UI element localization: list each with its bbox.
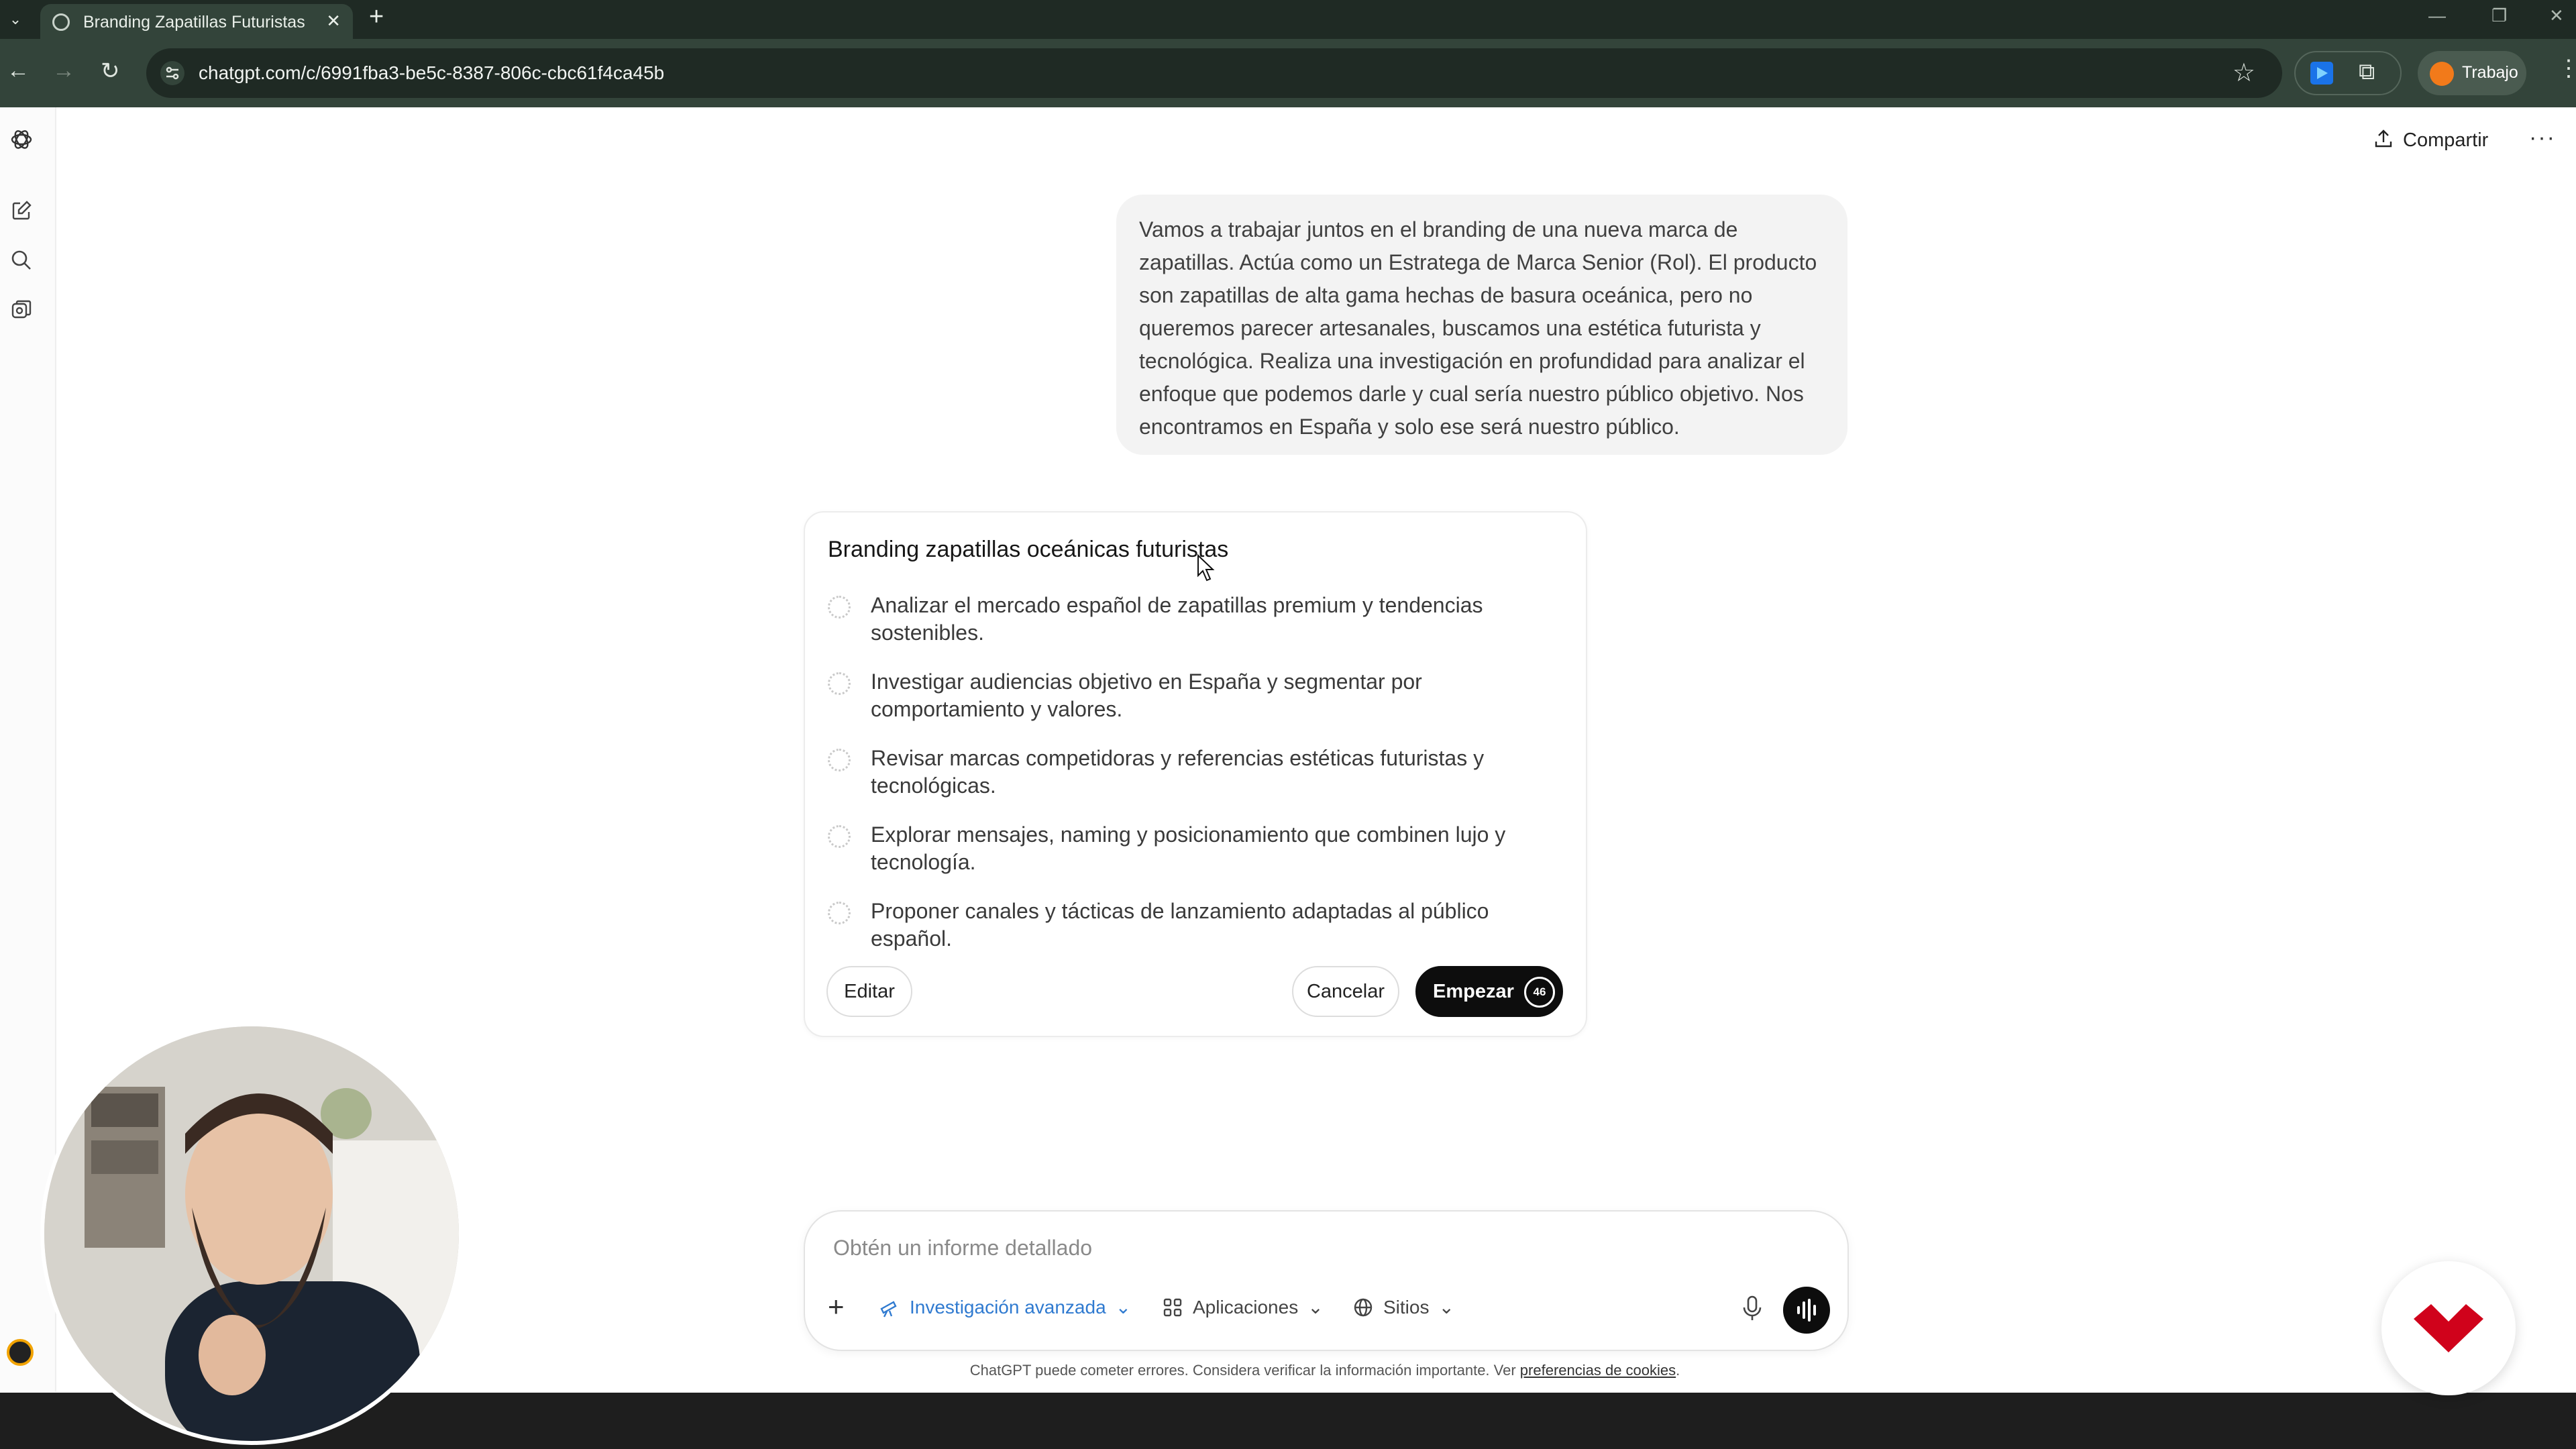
add-attachment-plus-icon[interactable]: + [828,1291,845,1323]
browser-tab-active[interactable]: Branding Zapatillas Futuristas ✕ [40,4,353,39]
globe-icon [1354,1298,1373,1317]
address-bar[interactable]: chatgpt.com/c/6991fba3-be5c-8387-806c-cb… [146,48,2282,98]
plan-step: Revisar marcas competidoras y referencia… [828,745,1572,801]
tab-title: Branding Zapatillas Futuristas [83,13,305,32]
minimize-icon[interactable]: — [2428,5,2446,26]
bottom-dark-bar [0,1393,2576,1449]
pending-step-icon [828,672,851,695]
plan-step-text: Proponer canales y tácticas de lanzamien… [871,899,1489,951]
new-chat-icon[interactable] [9,199,34,223]
deep-research-toggle[interactable]: Investigación avanzada ⌄ [879,1296,1131,1318]
mode-label: Investigación avanzada [910,1297,1106,1318]
telescope-icon [880,1301,897,1318]
plan-step-text: Explorar mensajes, naming y posicionamie… [871,822,1506,874]
pending-step-icon [828,596,851,619]
bookmark-star-icon[interactable]: ☆ [2233,58,2255,88]
chevron-down-icon: ⌄ [1438,1297,1454,1318]
start-button[interactable]: Empezar 46 [1415,966,1563,1017]
forward-arrow-icon[interactable]: → [52,58,75,84]
plan-step: Proponer canales y tácticas de lanzamien… [828,898,1572,951]
reload-icon[interactable]: ↻ [101,58,120,85]
research-plan-card: Branding zapatillas oceánicas futuristas… [804,511,1587,1037]
sites-label: Sitios [1383,1297,1430,1318]
extension-play-icon[interactable] [2310,62,2333,85]
user-message-bubble: Vamos a trabajar juntos en el branding d… [1116,195,1847,455]
brand-logo-badge [2381,1261,2516,1395]
pending-step-icon [828,902,851,924]
chatgpt-logo-icon[interactable] [9,127,34,152]
pending-step-icon [828,825,851,848]
site-settings-icon[interactable] [160,60,185,86]
search-icon[interactable] [9,248,34,272]
apps-grid-icon [1163,1298,1182,1317]
red-heart-logo-icon [2414,1304,2483,1352]
profile-button[interactable]: Trabajo [2418,51,2526,95]
presenter-video-image [44,1026,459,1441]
cookie-preferences-link[interactable]: preferencias de cookies [1520,1362,1676,1379]
plan-title: Branding zapatillas oceánicas futuristas [828,537,1229,562]
profile-name: Trabajo [2462,63,2518,82]
extensions-puzzle-icon[interactable]: ⧉ [2359,59,2375,85]
plan-step: Investigar audiencias objetivo en España… [828,668,1572,724]
browser-tab-strip: ⌄ Branding Zapatillas Futuristas ✕ + — ❐… [0,0,2576,39]
plan-step-text: Analizar el mercado español de zapatilla… [871,593,1483,645]
message-composer[interactable]: Obtén un informe detallado + Investigaci… [804,1210,1849,1351]
user-message-text: Vamos a trabajar juntos en el branding d… [1139,217,1817,439]
extensions-group: ⧉ [2294,51,2402,95]
restore-icon[interactable]: ❐ [2491,5,2507,26]
new-tab-plus-icon[interactable]: + [369,3,384,32]
chevron-down-icon: ⌄ [1307,1297,1324,1318]
edit-button[interactable]: Editar [826,966,912,1017]
back-arrow-icon[interactable]: ← [7,58,30,84]
composer-input[interactable]: Obtén un informe detallado [833,1236,1092,1260]
share-label: Compartir [2403,129,2489,151]
small-logo-badge-icon [7,1339,34,1366]
tab-close-icon[interactable]: ✕ [326,11,341,32]
start-label: Empezar [1433,981,1514,1002]
pending-step-icon [828,749,851,771]
more-options-icon[interactable]: ··· [2529,125,2556,151]
plan-step-text: Investigar audiencias objetivo en España… [871,669,1422,721]
cancel-button[interactable]: Cancelar [1292,966,1399,1017]
sites-dropdown[interactable]: Sitios ⌄ [1352,1296,1454,1318]
microphone-icon[interactable] [1740,1295,1764,1322]
library-icon[interactable] [9,298,34,322]
disclaimer-end: . [1676,1362,1680,1379]
chatgpt-favicon-icon [52,13,70,31]
apps-label: Aplicaciones [1193,1297,1299,1318]
countdown-timer: 46 [1524,977,1555,1008]
plan-step-text: Revisar marcas competidoras y referencia… [871,746,1485,798]
browser-menu-icon[interactable]: ⋮ [2557,55,2576,82]
mouse-cursor-icon [1197,554,1215,582]
plan-step: Analizar el mercado español de zapatilla… [828,592,1572,648]
url-text: chatgpt.com/c/6991fba3-be5c-8387-806c-cb… [199,62,665,83]
plan-step: Explorar mensajes, naming y posicionamie… [828,821,1572,877]
webcam-overlay [40,1022,463,1445]
chevron-down-icon: ⌄ [1115,1297,1132,1318]
tab-search-chevron-icon[interactable]: ⌄ [4,8,27,31]
voice-mode-button[interactable] [1783,1287,1830,1334]
close-window-icon[interactable]: ✕ [2549,5,2564,26]
browser-toolbar: ← → ↻ chatgpt.com/c/6991fba3-be5c-8387-8… [0,39,2576,107]
share-button[interactable]: Compartir [2373,129,2488,152]
disclaimer-text: ChatGPT puede cometer errores. Considera… [969,1362,1520,1379]
voice-waveform-icon [1797,1299,1816,1322]
share-upload-icon [2375,129,2392,148]
profile-avatar-icon [2430,62,2454,86]
apps-dropdown[interactable]: Aplicaciones ⌄ [1162,1296,1324,1318]
